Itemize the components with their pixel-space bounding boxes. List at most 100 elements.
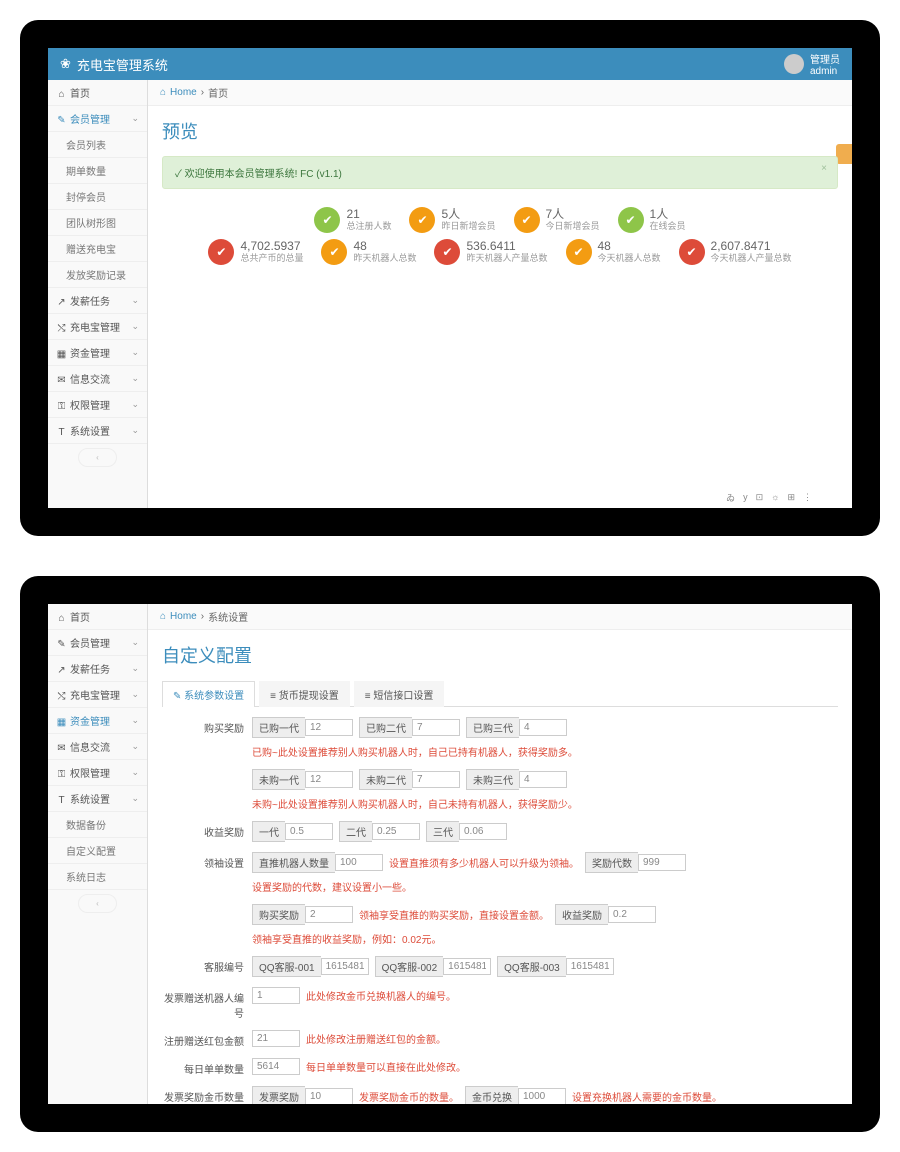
side-badge[interactable] <box>836 144 852 164</box>
text-input[interactable] <box>252 1030 300 1047</box>
text-input[interactable] <box>252 987 300 1004</box>
sidebar-subitem[interactable]: 封停会员 <box>48 184 147 210</box>
text-input[interactable] <box>335 854 383 871</box>
sidebar-subitem[interactable]: 自定义配置 <box>48 838 147 864</box>
sidebar-subitem[interactable]: 发放奖励记录 <box>48 262 147 288</box>
input-group <box>252 1030 300 1047</box>
sidebar-item[interactable]: ⤭充电宝管理⌄ <box>48 682 147 708</box>
text-input[interactable] <box>412 771 460 788</box>
text-input[interactable] <box>519 771 567 788</box>
text-input[interactable] <box>443 958 491 975</box>
sidebar-collapse[interactable]: ‹ <box>78 448 117 467</box>
sidebar-item[interactable]: ⤭充电宝管理⌄ <box>48 314 147 340</box>
chevron-down-icon: ⌄ <box>131 793 139 804</box>
sidebar-item[interactable]: ▦资金管理⌄ <box>48 708 147 734</box>
sidebar-subitem[interactable]: 团队树形图 <box>48 210 147 236</box>
sidebar-item[interactable]: ↗发薪任务⌄ <box>48 288 147 314</box>
sidebar-item[interactable]: ✎会员管理⌄ <box>48 630 147 656</box>
leaf-icon: ❀ <box>60 56 71 72</box>
sidebar-subitem[interactable]: 赠送充电宝 <box>48 236 147 262</box>
text-input[interactable] <box>305 906 353 923</box>
input-prefix: 已购一代 <box>252 717 305 738</box>
page-title: 自定义配置 <box>148 630 852 680</box>
close-icon[interactable]: × <box>821 163 827 174</box>
sidebar-item[interactable]: ⚿权限管理⌄ <box>48 392 147 418</box>
input-group: QQ客服-001 <box>252 956 369 977</box>
breadcrumb-home[interactable]: Home <box>170 87 197 98</box>
breadcrumb-home[interactable]: Home <box>170 611 197 622</box>
chevron-down-icon: ⌄ <box>131 689 139 700</box>
form-row: 领袖设置直推机器人数量设置直推须有多少机器人可以升级为领袖。奖励代数设置奖励的代… <box>162 852 838 894</box>
user-menu[interactable]: 管理员 admin <box>784 51 840 77</box>
stat-value: 21 <box>346 208 391 221</box>
hint-text: 此处修改注册赠送红包的金额。 <box>306 1031 446 1046</box>
breadcrumb-page: 首页 <box>208 85 228 100</box>
sidebar-item[interactable]: ▦资金管理⌄ <box>48 340 147 366</box>
stat-label: 今天机器人产量总数 <box>711 254 792 264</box>
sidebar-subitem[interactable]: 数据备份 <box>48 812 147 838</box>
sidebar-item[interactable]: T系统设置⌄ <box>48 786 147 812</box>
input-prefix: 二代 <box>339 821 372 842</box>
text-input[interactable] <box>285 823 333 840</box>
sidebar-subitem[interactable]: 系统日志 <box>48 864 147 890</box>
sidebar-collapse[interactable]: ‹ <box>78 894 117 913</box>
stat-label: 昨日新增会员 <box>441 222 495 232</box>
text-input[interactable] <box>519 719 567 736</box>
menu-icon: ↗ <box>56 297 67 308</box>
sidebar-subitem[interactable]: 期单数量 <box>48 158 147 184</box>
menu-icon: ⤭ <box>56 691 67 702</box>
stat-value: 2,607.8471 <box>711 240 792 253</box>
text-input[interactable] <box>252 1058 300 1075</box>
text-input[interactable] <box>459 823 507 840</box>
text-input[interactable] <box>566 958 614 975</box>
hint-text: 每日单单数量可以直接在此处修改。 <box>306 1059 466 1074</box>
stat-label: 昨天机器人总数 <box>353 254 416 264</box>
sidebar-item[interactable]: ✎会员管理⌄ <box>48 106 147 132</box>
menu-icon: ⚿ <box>56 401 67 412</box>
sidebar-item[interactable]: ✉信息交流⌄ <box>48 734 147 760</box>
input-group: 收益奖励 <box>555 904 656 925</box>
menu-icon: ✎ <box>56 639 67 650</box>
sidebar-item[interactable]: ✉信息交流⌄ <box>48 366 147 392</box>
breadcrumb-page: 系统设置 <box>208 609 248 624</box>
text-input[interactable] <box>305 1088 353 1104</box>
tab[interactable]: ✎ 系统参数设置 <box>162 681 255 707</box>
sidebar-item[interactable]: ⚿权限管理⌄ <box>48 760 147 786</box>
menu-icon: ⌂ <box>56 613 67 624</box>
input-prefix: 三代 <box>426 821 459 842</box>
sidebar-item[interactable]: ⌂首页 <box>48 80 147 106</box>
stat-label: 今天机器人总数 <box>598 254 661 264</box>
text-input[interactable] <box>638 854 686 871</box>
form-row: 收益奖励一代二代三代 <box>162 821 838 842</box>
text-input[interactable] <box>372 823 420 840</box>
taskbar: ゐу⊡☼⊞⋮ <box>76 486 824 508</box>
input-group: 直推机器人数量 <box>252 852 383 873</box>
tab[interactable]: ≡ 短信接口设置 <box>354 681 445 707</box>
input-group: QQ客服-002 <box>375 956 492 977</box>
chevron-down-icon: ⌄ <box>131 295 139 306</box>
text-input[interactable] <box>305 771 353 788</box>
form-label: 客服编号 <box>162 956 244 974</box>
sidebar-item[interactable]: ↗发薪任务⌄ <box>48 656 147 682</box>
input-prefix: 未购二代 <box>359 769 412 790</box>
text-input[interactable] <box>305 719 353 736</box>
form-label <box>162 904 244 907</box>
sidebar-item[interactable]: T系统设置⌄ <box>48 418 147 444</box>
stat-icon: ✔ <box>321 239 347 265</box>
sidebar-subitem[interactable]: 会员列表 <box>48 132 147 158</box>
text-input[interactable] <box>412 719 460 736</box>
stat-card: ✔48今天机器人总数 <box>566 239 661 265</box>
form-label: 收益奖励 <box>162 821 244 839</box>
tab[interactable]: ≡ 货币提现设置 <box>259 681 350 707</box>
stats-row-2: ✔4,702.5937总共产币的总量✔48昨天机器人总数✔536.6411昨天机… <box>208 239 791 265</box>
breadcrumb: ⌂ Home › 首页 <box>148 80 852 106</box>
text-input[interactable] <box>518 1088 566 1104</box>
avatar <box>784 54 804 74</box>
text-input[interactable] <box>608 906 656 923</box>
text-input[interactable] <box>321 958 369 975</box>
input-prefix: QQ客服-003 <box>497 956 566 977</box>
stat-icon: ✔ <box>679 239 705 265</box>
stat-value: 48 <box>598 240 661 253</box>
sidebar-item[interactable]: ⌂首页 <box>48 604 147 630</box>
home-icon: ⌂ <box>160 611 166 622</box>
